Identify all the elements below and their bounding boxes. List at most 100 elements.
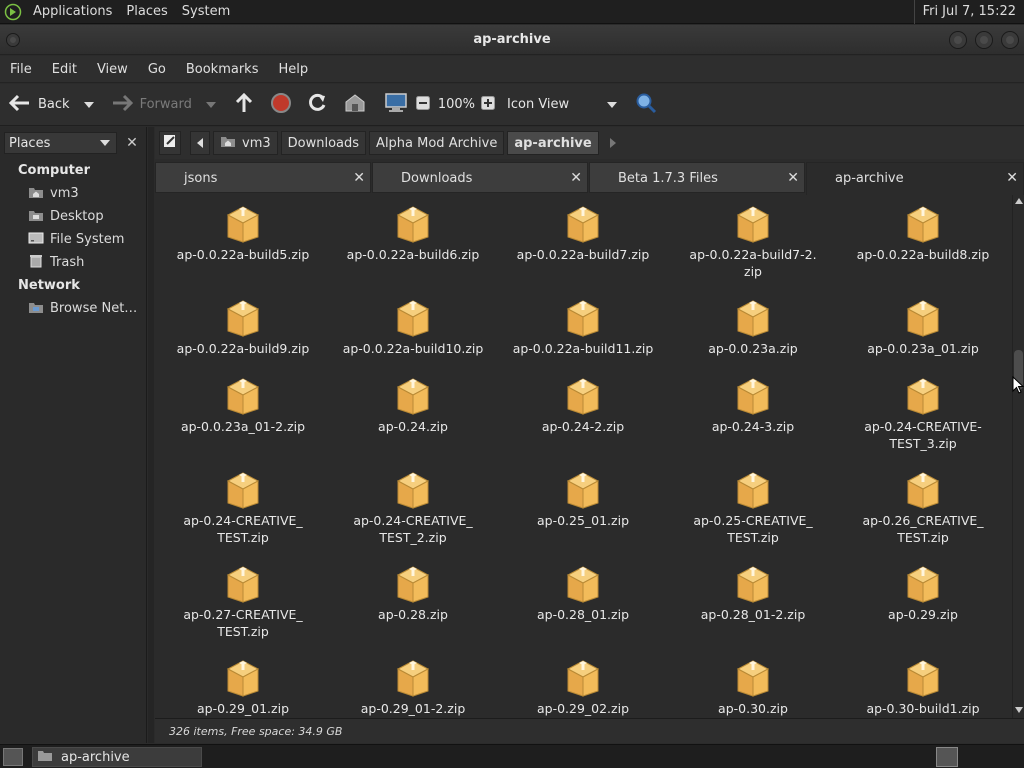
zoom-out-button[interactable] [415,90,430,120]
file-item[interactable]: ap-0.0.22a-build7-2. zip [673,203,833,280]
file-item[interactable]: ap-0.25_01.zip [503,469,663,529]
file-item[interactable]: ap-0.0.22a-build11.zip [503,297,663,357]
sidebar-splitter[interactable] [148,127,154,743]
sidebar-view-select[interactable]: Places [4,132,117,154]
clock[interactable]: Fri Jul 7, 15:22 [913,0,1024,24]
vertical-scrollbar[interactable] [1012,195,1024,718]
file-item[interactable]: ap-0.26_CREATIVE_ TEST.zip [843,469,1003,546]
file-item[interactable]: ap-0.0.22a-build10.zip [333,297,493,357]
file-name: ap-0.29_01.zip [196,701,290,716]
sidebar-item-trash[interactable]: Trash [0,251,146,274]
window-titlebar[interactable]: ap-archive [0,25,1024,55]
forward-button[interactable]: Forward [110,90,216,120]
search-button[interactable] [635,90,657,120]
taskbar-window-button[interactable]: ap-archive [32,747,202,767]
close-sidebar-button[interactable]: ✕ [123,133,141,153]
file-item[interactable]: ap-0.0.23a_01-2.zip [163,375,323,435]
show-desktop-icon[interactable] [3,748,23,766]
computer-button[interactable] [384,90,408,120]
path-segment-ap-archive[interactable]: ap-archive [507,131,599,155]
file-item[interactable]: ap-0.0.22a-build9.zip [163,297,323,357]
scroll-up-icon[interactable] [1015,198,1023,204]
forward-history-dropdown-icon[interactable] [205,101,216,108]
reload-button[interactable] [306,90,328,120]
menu-file[interactable]: File [0,62,42,77]
menu-bookmarks[interactable]: Bookmarks [176,62,269,77]
menu-go[interactable]: Go [138,62,176,77]
zip-archive-icon [565,203,601,243]
file-item[interactable]: ap-0.30.zip [673,657,833,717]
zip-archive-icon [735,375,771,415]
file-item[interactable]: ap-0.29_01.zip [163,657,323,717]
sidebar-item-desktop[interactable]: Desktop [0,205,146,228]
tab-ap-archive[interactable]: ap-archive ✕ [806,162,1024,195]
close-tab-icon[interactable]: ✕ [1006,170,1018,186]
path-segment-downloads[interactable]: Downloads [280,131,367,155]
file-item[interactable]: ap-0.0.23a.zip [673,297,833,357]
system-menu[interactable]: System [175,0,237,24]
chevron-right-icon[interactable] [609,138,616,148]
up-button[interactable] [234,90,254,120]
file-item[interactable]: ap-0.29_02.zip [503,657,663,717]
scroll-down-icon[interactable] [1015,707,1023,713]
file-item[interactable]: ap-0.0.22a-build5.zip [163,203,323,263]
stop-button[interactable] [270,90,292,120]
file-view[interactable]: ap-0.0.22a-build5.zip ap-0.0.22a-build6.z… [155,195,1012,718]
file-item[interactable]: ap-0.0.22a-build6.zip [333,203,493,263]
distro-logo-icon[interactable] [0,0,26,24]
view-mode-dropdown-icon [607,101,618,108]
file-item[interactable]: ap-0.28.zip [333,563,493,623]
menu-edit[interactable]: Edit [42,62,87,77]
sidebar-item-file-system[interactable]: File System [0,228,146,251]
file-item[interactable]: ap-0.24-2.zip [503,375,663,435]
file-name: ap-0.25_01.zip [536,513,630,528]
file-item[interactable]: ap-0.24-CREATIVE- TEST_3.zip [843,375,1003,452]
file-item[interactable]: ap-0.24-CREATIVE_ TEST.zip [163,469,323,546]
zip-archive-icon [395,657,431,697]
back-button[interactable]: Back [8,90,94,120]
window-menu-button[interactable] [6,33,20,47]
file-item[interactable]: ap-0.24-CREATIVE_ TEST_2.zip [333,469,493,546]
close-tab-icon[interactable]: ✕ [570,170,582,186]
file-item[interactable]: ap-0.27-CREATIVE_ TEST.zip [163,563,323,640]
file-name: ap-0.0.22a-build6.zip [346,247,480,262]
places-menu[interactable]: Places [119,0,174,24]
view-mode-select[interactable]: Icon View [507,90,618,120]
file-item[interactable]: ap-0.28_01.zip [503,563,663,623]
workspace-switcher[interactable] [936,747,958,767]
sidebar-group-computer: Computer [18,163,91,178]
zoom-in-button[interactable] [481,90,496,120]
applications-menu[interactable]: Applications [26,0,119,24]
file-item[interactable]: ap-0.30-build1.zip [843,657,1003,717]
close-tab-icon[interactable]: ✕ [353,170,365,186]
sidebar-item-browse-network[interactable]: Browse Net… [0,297,146,320]
minimize-button[interactable] [949,31,967,49]
tab-beta-files[interactable]: Beta 1.7.3 Files ✕ [589,162,805,193]
file-item[interactable]: ap-0.24-3.zip [673,375,833,435]
zip-archive-icon [225,375,261,415]
close-window-button[interactable] [1001,31,1019,49]
file-item[interactable]: ap-0.0.22a-build8.zip [843,203,1003,263]
file-item[interactable]: ap-0.25-CREATIVE_ TEST.zip [673,469,833,546]
file-item[interactable]: ap-0.0.23a_01.zip [843,297,1003,357]
menu-help[interactable]: Help [268,62,318,77]
path-segment-alpha-mod-archive[interactable]: Alpha Mod Archive [369,131,505,155]
file-item[interactable]: ap-0.0.22a-build7.zip [503,203,663,263]
home-button[interactable] [344,90,366,120]
file-item[interactable]: ap-0.29_01-2.zip [333,657,493,717]
path-segment-vm3[interactable]: vm3 [213,131,278,155]
close-tab-icon[interactable]: ✕ [787,170,799,186]
file-item[interactable]: ap-0.24.zip [333,375,493,435]
path-scroll-left-button[interactable] [190,131,210,155]
tab-downloads[interactable]: Downloads ✕ [372,162,588,193]
maximize-button[interactable] [975,31,993,49]
zip-archive-icon [395,469,431,509]
back-history-dropdown-icon[interactable] [83,101,94,108]
file-item[interactable]: ap-0.29.zip [843,563,1003,623]
file-item[interactable]: ap-0.28_01-2.zip [673,563,833,623]
sidebar-item-vm3[interactable]: vm3 [0,182,146,205]
toggle-location-entry-button[interactable] [159,131,181,155]
tab-jsons[interactable]: jsons ✕ [155,162,371,193]
menu-view[interactable]: View [87,62,138,77]
forward-arrow-icon [110,93,134,117]
